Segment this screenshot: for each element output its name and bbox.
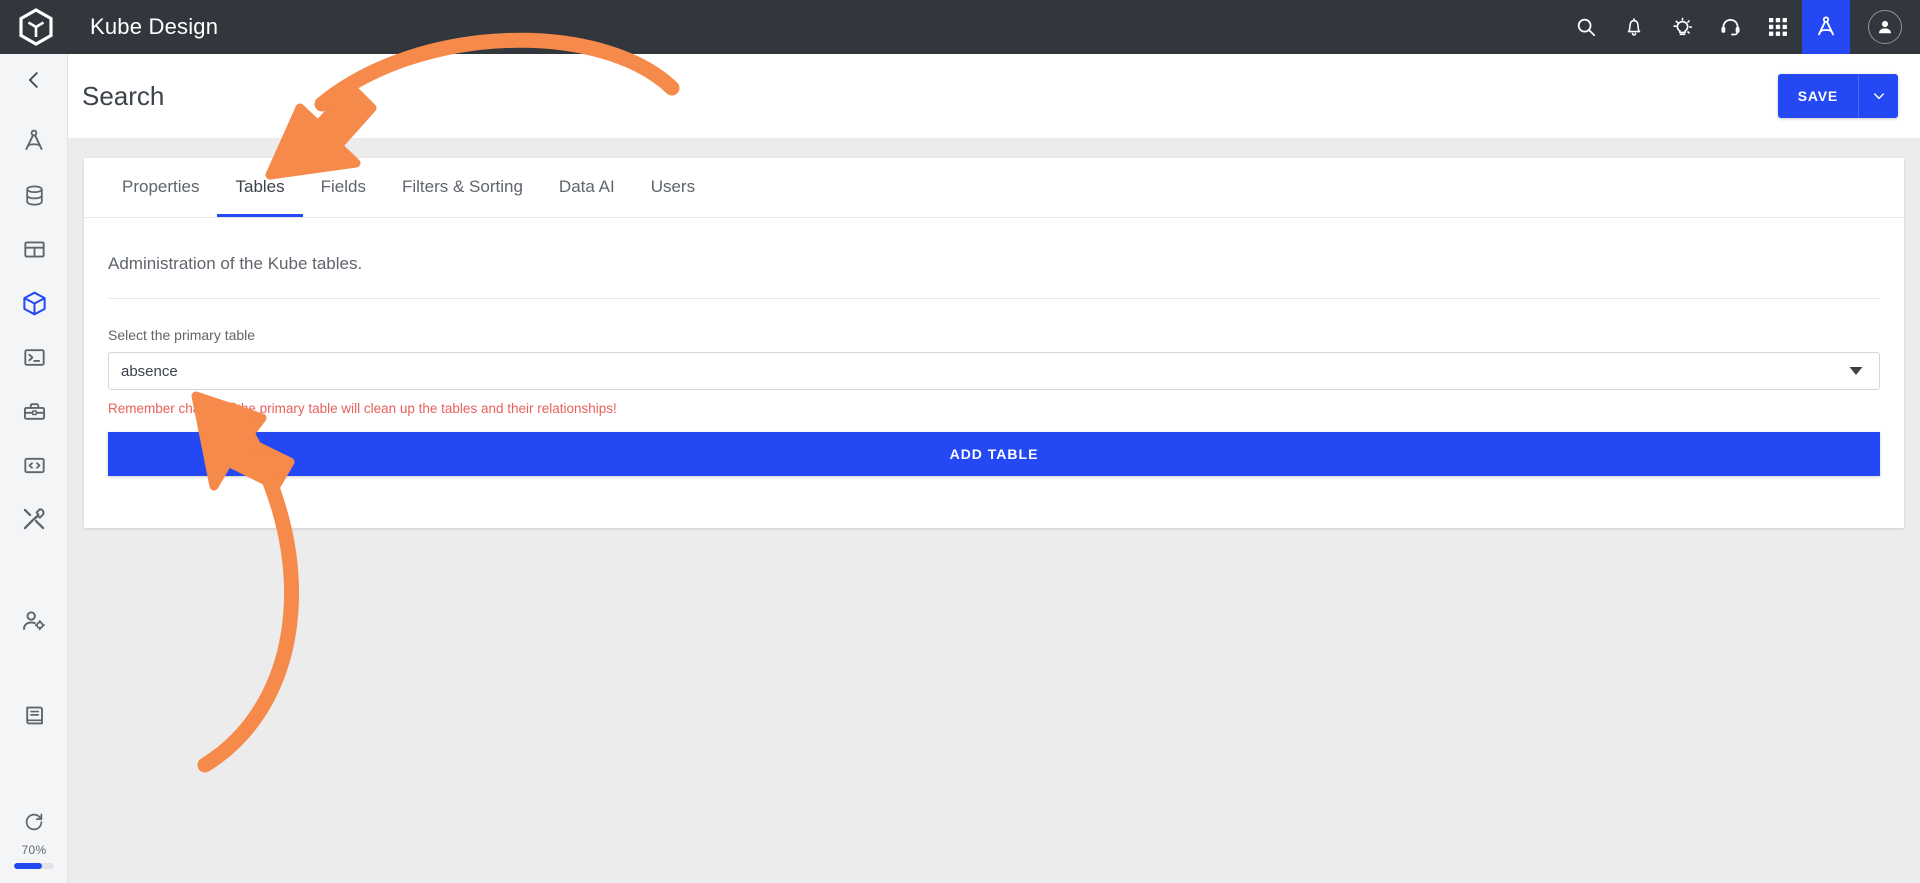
sidebar-footer: 70% — [0, 810, 68, 869]
page-strip — [68, 138, 1920, 158]
primary-table-select[interactable]: absence — [108, 352, 1880, 390]
tables-card: Properties Tables Fields Filters & Sorting D… — [84, 158, 1904, 528]
tab-tables[interactable]: Tables — [217, 157, 303, 217]
chevron-left-icon — [28, 72, 38, 88]
database-icon — [25, 184, 43, 206]
tab-bar: Properties Tables Fields Filters & Sorting D… — [84, 158, 1904, 218]
card-body: Administration of the Kube tables. Selec… — [84, 218, 1904, 476]
sidebar-item-console[interactable] — [0, 330, 68, 384]
page-header: Search SAVE — [68, 54, 1920, 138]
toolbox-icon — [23, 402, 45, 420]
tab-filters-sorting[interactable]: Filters & Sorting — [384, 157, 541, 217]
tab-fields[interactable]: Fields — [303, 157, 384, 217]
sidebar-progress-bar — [14, 863, 54, 869]
kube-cube-logo-icon[interactable] — [0, 0, 72, 54]
left-sidebar-rail: 70% — [0, 54, 68, 883]
topbar-icon-group — [1562, 0, 1920, 54]
sidebar-item-tables[interactable] — [0, 222, 68, 276]
cube-icon — [22, 291, 46, 315]
chevron-down-icon — [1873, 93, 1884, 100]
top-bar: Kube Design — [0, 0, 1920, 54]
book-docs-icon — [25, 706, 43, 724]
sidebar-item-code[interactable] — [0, 438, 68, 492]
sidebar-item-tools[interactable] — [0, 492, 68, 546]
primary-table-select-value: absence — [121, 362, 178, 380]
headset-support-icon[interactable] — [1706, 0, 1754, 54]
sidebar-item-user-settings[interactable] — [0, 594, 68, 648]
tab-data-ai[interactable]: Data AI — [541, 157, 633, 217]
sidebar-item-toolbox[interactable] — [0, 384, 68, 438]
sidebar-item-design[interactable] — [0, 114, 68, 168]
app-root: Kube Design 70% Search SAVE Properties T… — [0, 0, 1920, 883]
sidebar-gap-1 — [0, 546, 67, 594]
lightbulb-idea-icon[interactable] — [1658, 0, 1706, 54]
card-description: Administration of the Kube tables. — [108, 254, 1880, 299]
sidebar-item-docs[interactable] — [0, 688, 68, 742]
dropdown-caret-icon — [1849, 363, 1863, 380]
sidebar-progress-label: 70% — [21, 843, 47, 857]
terminal-console-icon — [23, 348, 45, 366]
code-brackets-icon — [23, 457, 45, 473]
tools-wrench-screwdriver-icon — [23, 508, 45, 530]
user-settings-icon — [23, 611, 45, 631]
page-title: Search — [82, 80, 165, 111]
user-avatar-icon — [1868, 10, 1902, 44]
search-icon[interactable] — [1562, 0, 1610, 54]
apps-grid-icon[interactable] — [1754, 0, 1802, 54]
table-grid-icon — [23, 240, 45, 258]
avatar[interactable] — [1850, 0, 1920, 54]
sidebar-gap-2 — [0, 648, 67, 688]
sidebar-item-models[interactable] — [0, 276, 68, 330]
tab-properties[interactable]: Properties — [104, 157, 217, 217]
save-dropdown-button[interactable] — [1858, 74, 1898, 118]
sidebar-progress-fill — [14, 863, 42, 869]
design-compass-icon — [25, 129, 43, 150]
tab-users[interactable]: Users — [633, 157, 713, 217]
design-compass-icon[interactable] — [1802, 0, 1850, 54]
primary-table-warning: Remember changing the primary table will… — [108, 401, 617, 416]
sidebar-collapse-button[interactable] — [0, 58, 68, 102]
notifications-bell-icon[interactable] — [1610, 0, 1658, 54]
save-button-group: SAVE — [1777, 74, 1898, 118]
refresh-redo-icon[interactable] — [22, 810, 46, 839]
sidebar-item-database[interactable] — [0, 168, 68, 222]
add-table-button[interactable]: ADD TABLE — [108, 432, 1880, 476]
primary-table-label: Select the primary table — [108, 327, 256, 343]
brand-title: Kube Design — [90, 14, 219, 39]
save-button[interactable]: SAVE — [1777, 74, 1858, 118]
